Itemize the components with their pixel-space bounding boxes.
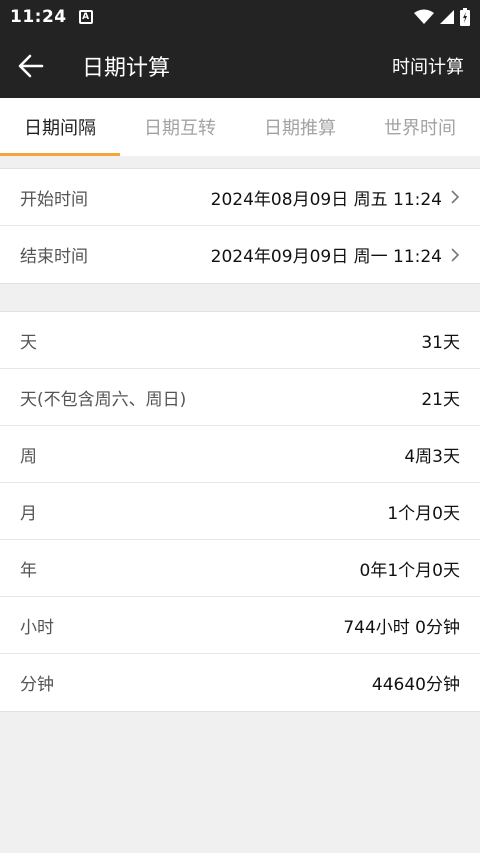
tab-date-convert[interactable]: 日期互转 bbox=[120, 98, 240, 156]
status-time: 11:24 bbox=[10, 7, 67, 27]
end-time-label: 结束时间 bbox=[20, 247, 88, 267]
wifi-icon bbox=[414, 9, 434, 24]
result-label: 天 bbox=[20, 332, 37, 353]
result-label: 周 bbox=[20, 446, 37, 467]
battery-icon bbox=[460, 8, 470, 26]
result-row-minutes: 分钟 44640分钟 bbox=[0, 654, 480, 711]
result-row-months: 月 1个月0天 bbox=[0, 483, 480, 540]
chevron-right-icon bbox=[451, 247, 460, 262]
result-row-years: 年 0年1个月0天 bbox=[0, 540, 480, 597]
result-label: 月 bbox=[20, 503, 37, 524]
start-time-label: 开始时间 bbox=[20, 189, 88, 210]
result-value: 44640分钟 bbox=[371, 675, 460, 695]
arrow-left-icon bbox=[18, 54, 44, 78]
result-value: 4周3天 bbox=[404, 446, 460, 467]
tab-bar: 日期间隔 日期互转 日期推算 世界时间 bbox=[0, 98, 480, 156]
time-calc-button[interactable]: 时间计算 bbox=[392, 53, 464, 79]
status-bar: 11:24 A bbox=[0, 0, 480, 34]
result-label: 年 bbox=[20, 560, 37, 581]
result-row-days: 天 31天 bbox=[0, 312, 480, 369]
end-time-row[interactable]: 结束时间 2024年09月09日 周一 11:24 bbox=[0, 226, 480, 283]
result-row-weeks: 周 4周3天 bbox=[0, 426, 480, 483]
result-row-hours: 小时 744小时 0分钟 bbox=[0, 597, 480, 654]
result-label: 天(不包含周六、周日) bbox=[20, 389, 187, 410]
result-value: 21天 bbox=[421, 389, 460, 410]
results-card: 天 31天 天(不包含周六、周日) 21天 周 4周3天 月 1个月0天 年 0… bbox=[0, 311, 480, 712]
result-value: 0年1个月0天 bbox=[359, 560, 460, 581]
chevron-right-icon bbox=[451, 190, 460, 204]
tab-date-interval[interactable]: 日期间隔 bbox=[0, 98, 120, 156]
start-time-row[interactable]: 开始时间 2024年08月09日 周五 11:24 bbox=[0, 169, 480, 226]
end-time-value: 2024年09月09日 周一 11:24 bbox=[210, 247, 442, 267]
page-title: 日期计算 bbox=[82, 56, 171, 81]
back-button[interactable] bbox=[18, 46, 58, 86]
result-label: 分钟 bbox=[20, 675, 54, 695]
result-label: 小时 bbox=[20, 617, 54, 638]
result-value: 744小时 0分钟 bbox=[343, 617, 460, 638]
app-bar: 日期计算 时间计算 bbox=[0, 34, 480, 98]
start-time-value: 2024年08月09日 周五 11:24 bbox=[210, 189, 442, 210]
result-row-workdays: 天(不包含周六、周日) 21天 bbox=[0, 369, 480, 426]
tab-world-time[interactable]: 世界时间 bbox=[360, 98, 480, 156]
signal-icon bbox=[440, 10, 454, 24]
notification-icon: A bbox=[78, 10, 93, 24]
range-card: 开始时间 2024年08月09日 周五 11:24 结束时间 2024年09月0… bbox=[0, 168, 480, 284]
result-value: 31天 bbox=[421, 332, 460, 353]
result-value: 1个月0天 bbox=[387, 503, 460, 524]
tab-date-project[interactable]: 日期推算 bbox=[240, 98, 360, 156]
